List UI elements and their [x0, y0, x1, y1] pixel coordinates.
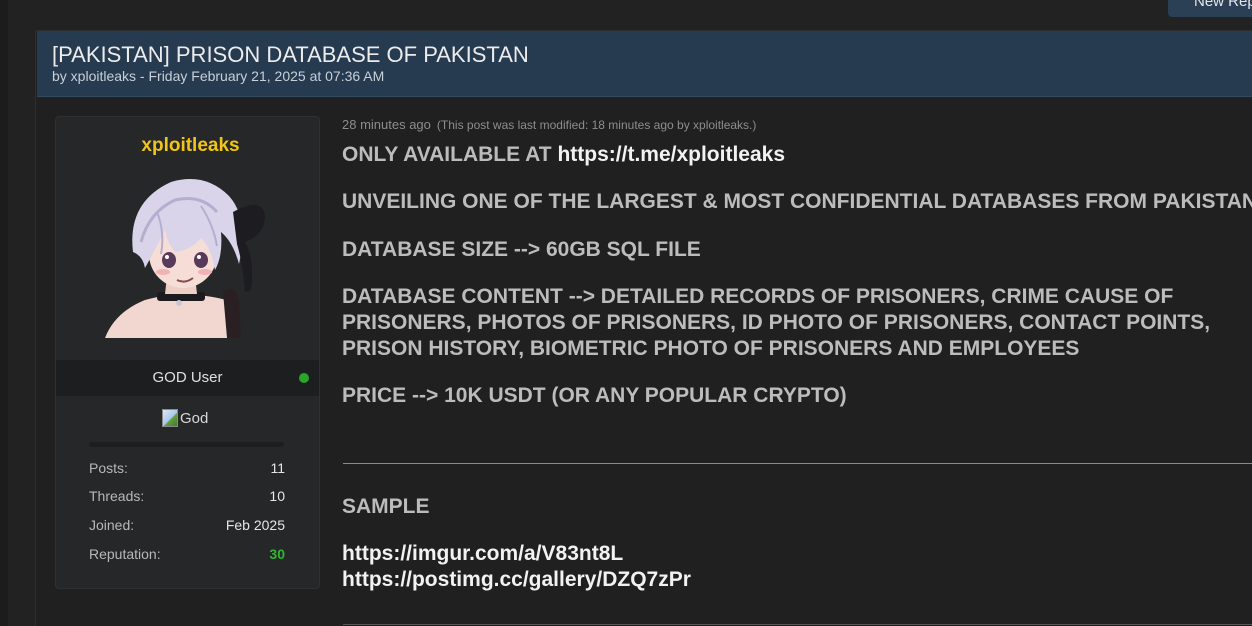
usergroup-label: GOD User: [152, 369, 223, 386]
group-image-alt: God: [180, 409, 209, 427]
post-line-unveiling: UNVEILING ONE OF THE LARGEST & MOST CONF…: [342, 190, 1252, 213]
stat-posts: Posts: 11: [89, 460, 285, 480]
post-bottom-divider: [343, 624, 1252, 625]
author-name-link[interactable]: xploitleaks: [141, 135, 239, 156]
stat-reputation: Reputation: 30: [89, 546, 285, 566]
post-divider: [343, 463, 1252, 464]
broken-image-icon: [162, 409, 178, 427]
author-name-row[interactable]: xploitleaks: [56, 135, 319, 157]
thread-header: [PAKISTAN] PRISON DATABASE OF PAKISTAN b…: [37, 31, 1252, 97]
group-image: God: [162, 407, 208, 429]
stat-label: Threads:: [89, 488, 145, 504]
stat-value[interactable]: 11: [270, 460, 285, 476]
post-line-content-3: PRISON HISTORY, BIOMETRIC PHOTO OF PRISO…: [342, 337, 1080, 360]
post-line-size: DATABASE SIZE --> 60GB SQL FILE: [342, 238, 701, 261]
author-divider: [89, 442, 284, 447]
post-line-content-1: DATABASE CONTENT --> DETAILED RECORDS OF…: [342, 285, 1174, 308]
stat-label: Reputation:: [89, 546, 161, 562]
telegram-link[interactable]: https://t.me/xploitleaks: [557, 143, 785, 166]
stat-label: Joined:: [89, 517, 135, 533]
stat-value[interactable]: 10: [269, 488, 285, 504]
availability-prefix: ONLY AVAILABLE AT: [342, 143, 558, 166]
post-line-price: PRICE --> 10K USDT (OR ANY POPULAR CRYPT…: [342, 384, 847, 407]
reputation-value[interactable]: 30: [269, 546, 285, 562]
thread-byline: by xploitleaks - Friday February 21, 202…: [52, 68, 385, 84]
post-time[interactable]: 28 minutes ago: [342, 117, 431, 132]
author-card: xploitleaks GOD User God Posts: 11 Threa…: [55, 116, 320, 589]
stat-label: Posts:: [89, 460, 128, 476]
stat-value: Feb 2025: [225, 517, 285, 533]
page: New Reply [PAKISTAN] PRISON DATABASE OF …: [0, 0, 1252, 626]
new-reply-button[interactable]: New Reply: [1168, 0, 1252, 17]
avatar[interactable]: [105, 172, 271, 338]
post-modified-note: (This post was last modified: 18 minutes…: [436, 118, 757, 132]
post-line-availability: ONLY AVAILABLE AT https://t.me/xploitlea…: [342, 142, 785, 168]
post-meta: 28 minutes ago (This post was last modifi…: [342, 117, 756, 132]
usergroup-bar: GOD User: [56, 360, 319, 396]
sample-heading: SAMPLE: [342, 495, 430, 518]
sample-link-postimg[interactable]: https://postimg.cc/gallery/DZQ7zPr: [342, 567, 691, 593]
stat-joined: Joined: Feb 2025: [89, 517, 285, 537]
left-rail: [0, 0, 8, 626]
online-status-icon: [299, 373, 309, 383]
sample-link-imgur[interactable]: https://imgur.com/a/V83nt8L: [342, 541, 623, 567]
post-line-content-2: PRISONERS, PHOTOS OF PRISONERS, ID PHOTO…: [342, 311, 1211, 334]
thread-title: [PAKISTAN] PRISON DATABASE OF PAKISTAN: [52, 42, 529, 67]
stat-threads: Threads: 10: [89, 488, 285, 508]
